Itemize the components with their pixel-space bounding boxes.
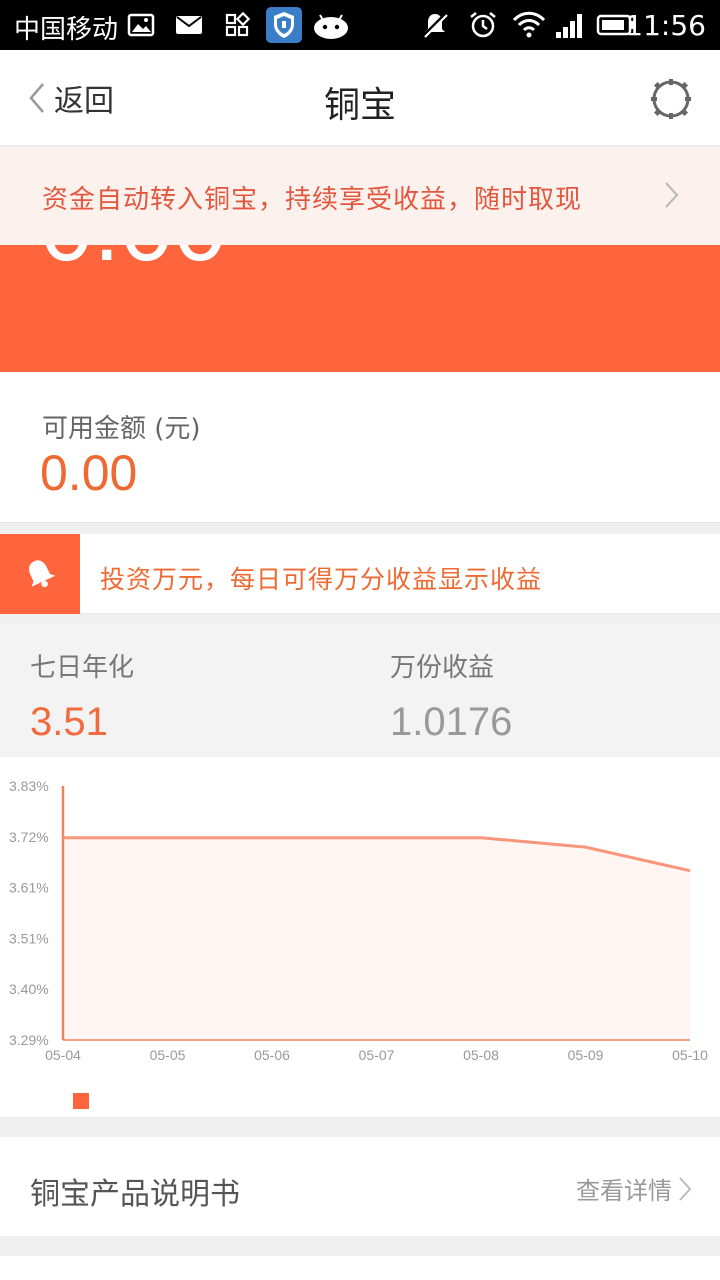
notifications-off-icon: [422, 12, 448, 38]
per-10k-value: 1.0176: [390, 700, 513, 744]
view-details-link[interactable]: 查看详情: [576, 1171, 692, 1206]
earnings-tip: 投资万元，每日可得万分收益显示收益: [0, 534, 720, 614]
shield-icon: [266, 7, 302, 43]
x-tick-label: 05-07: [359, 1047, 395, 1063]
balance-value: 0.00: [40, 245, 227, 283]
x-tick-label: 05-08: [463, 1047, 499, 1063]
y-tick-label: 3.51%: [9, 930, 49, 946]
status-bar: 中国移动 11:56: [0, 0, 720, 50]
x-tick-label: 05-04: [45, 1047, 81, 1063]
available-amount-label: 可用金额 (元): [42, 414, 201, 444]
balance-panel: 0.00: [0, 245, 720, 372]
tip-icon-box: [0, 534, 80, 614]
clock: 11:56: [625, 9, 706, 42]
tip-text: 投资万元，每日可得万分收益显示收益: [100, 565, 543, 594]
y-tick-label: 3.29%: [9, 1032, 49, 1048]
available-amount-panel: 可用金额 (元) 0.00: [0, 372, 720, 523]
next-card: [0, 1256, 720, 1280]
signal-icon: [556, 14, 582, 38]
nav-bar: 返回 铜宝: [0, 50, 720, 146]
x-tick-label: 05-10: [672, 1047, 708, 1063]
annualized-label: 七日年化: [30, 653, 135, 683]
y-tick-label: 3.40%: [9, 981, 49, 997]
yield-stats: 七日年化 3.51 万份收益 1.0176: [0, 625, 720, 757]
per-10k-label: 万份收益: [390, 653, 495, 683]
annualized-stat: 七日年化 3.51: [30, 647, 134, 745]
carrier-label: 中国移动: [14, 15, 119, 45]
page-title: 铜宝: [323, 85, 396, 126]
available-amount-value: 0.00: [40, 445, 138, 501]
y-tick-label: 3.61%: [9, 880, 49, 896]
mail-icon: [176, 16, 202, 34]
yield-chart-svg: 3.83% 3.72% 3.61% 3.51% 3.40% 3.29%05-04 05-05…: [9, 778, 708, 1063]
product-manual-title: 铜宝产品说明书: [30, 1177, 240, 1212]
chevron-right-icon: [665, 182, 679, 208]
chevron-right-icon: [679, 1176, 692, 1201]
apps-icon: [225, 11, 251, 37]
legend-swatch: [73, 1093, 89, 1109]
x-tick-label: 05-06: [254, 1047, 290, 1063]
alarm-icon: [470, 12, 496, 38]
product-manual-row[interactable]: 铜宝产品说明书 查看详情: [0, 1137, 720, 1236]
y-tick-label: 3.83%: [9, 778, 49, 794]
y-tick-label: 3.72%: [9, 829, 49, 845]
view-details-label: 查看详情: [576, 1177, 672, 1205]
x-tick-label: 05-09: [568, 1047, 604, 1063]
yield-chart: 3.83% 3.72% 3.61% 3.51% 3.40% 3.29% 05-04 05-05…: [0, 757, 720, 1117]
per-10k-stat: 万份收益 1.0176: [390, 647, 512, 745]
x-tick-label: 05-05: [150, 1047, 186, 1063]
banner-text: 资金自动转入铜宝，持续享受收益，随时取现: [42, 185, 583, 215]
settings-icon[interactable]: [650, 78, 692, 120]
auto-transfer-banner[interactable]: 资金自动转入铜宝，持续享受收益，随时取现: [0, 147, 720, 245]
series-area: [63, 837, 690, 1040]
gallery-icon: [127, 13, 155, 37]
annualized-value: 3.51: [30, 700, 108, 744]
bell-icon: [29, 560, 56, 588]
android-icon: [314, 14, 348, 39]
wifi-icon: [512, 11, 546, 38]
